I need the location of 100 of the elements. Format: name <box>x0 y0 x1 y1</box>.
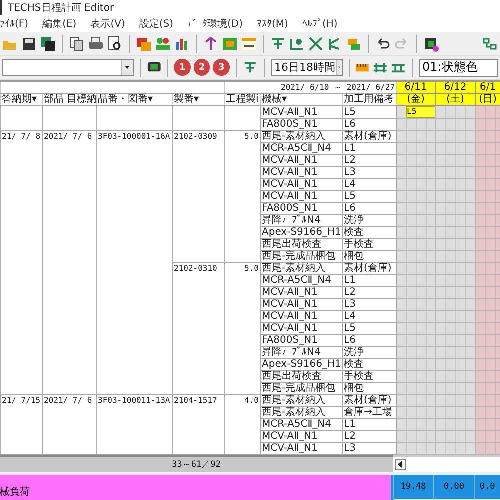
note-cell: L2 <box>342 154 397 166</box>
machine-cell: MCV-AⅡ_N1 <box>260 286 342 298</box>
machine-cell: 昇降ﾃｰﾌﾞﾙN4 <box>260 214 342 226</box>
menu-item[interactable]: 設定(S) <box>139 16 174 30</box>
machine-cell: MCR-A5CⅡ_N4 <box>260 274 342 286</box>
machine-cell: FA800S_N1 <box>260 202 342 214</box>
menu-item[interactable]: 編集(E) <box>42 16 77 30</box>
machine-cell: 西尾-素材納入 <box>260 406 342 418</box>
save-all-icon[interactable] <box>40 36 56 52</box>
column-header[interactable]: 部品 目標納 <box>42 94 96 106</box>
menu-item[interactable]: 表示(V) <box>90 16 126 30</box>
machine-cell: MCR-A5CⅡ_N4 <box>260 418 342 430</box>
note-cell: 梱包 <box>342 382 397 394</box>
column-header[interactable]: 答納期▾ <box>0 94 42 106</box>
note-cell: L6 <box>342 334 397 346</box>
machine-cell: 西尾-素材納入 <box>260 394 342 406</box>
note-cell: 倉庫→工場 <box>342 406 397 418</box>
machine-cell: Apex-S9166_H1 <box>260 226 342 238</box>
machine-cell: MCR-A5CⅡ_N4 <box>260 142 342 154</box>
view-button[interactable]: 3 <box>213 59 230 76</box>
tree-icon[interactable] <box>270 36 286 52</box>
grid-settings-icon[interactable] <box>423 36 439 52</box>
print-preview-icon[interactable] <box>107 36 123 52</box>
color-mode-field[interactable]: 01:状態色 <box>418 58 498 76</box>
tree-icon[interactable] <box>242 60 258 76</box>
note-cell: L5 <box>342 190 397 202</box>
dropdown-caret-icon[interactable] <box>120 60 133 75</box>
machine-cell: MCV-AⅡ_N1 <box>260 430 342 442</box>
date-header: 6/11 <box>396 81 436 94</box>
weekday-header: (金) <box>396 94 436 106</box>
note-cell: L3 <box>342 298 397 310</box>
part-number-cell: 3F03-100001-16A <box>96 130 172 394</box>
machine-cell: Apex-S9166_H1 <box>260 358 342 370</box>
target-date-cell: 2021/ 7/ 6 <box>42 130 96 394</box>
note-cell: L3 <box>342 166 397 178</box>
note-cell: L5 <box>342 106 397 118</box>
note-cell: 洗浄 <box>342 346 397 358</box>
machine-cell: 西尾-完成品梱包 <box>260 250 342 262</box>
left-arrow-icon <box>398 461 403 468</box>
note-cell: 検査 <box>342 358 397 370</box>
note-cell: L4 <box>342 310 397 322</box>
view-button[interactable]: 1 <box>174 59 191 76</box>
column-header[interactable]: 加工用備考 <box>342 94 397 106</box>
machine-cell: 西尾-素材納入 <box>260 130 342 142</box>
network-icon[interactable] <box>482 36 498 52</box>
menu-item[interactable]: ﾍﾙﾌﾟ(H) <box>302 18 338 30</box>
date-range: 2021/ 6/10 ～ 2021/ 6/27 <box>224 81 397 94</box>
window-title: TECHS日程計画 Editor <box>8 2 114 14</box>
machine-cell: MCV-AⅡ_N1 <box>260 298 342 310</box>
load-value: 0.0 <box>475 475 500 499</box>
note-cell: 手検査 <box>342 238 397 250</box>
view-button[interactable]: 2 <box>194 59 210 76</box>
text-file-icon[interactable] <box>241 36 257 52</box>
note-cell: L1 <box>342 418 397 430</box>
note-cell: 洗浄 <box>342 214 397 226</box>
menu-item[interactable]: ﾃﾞｰﾀ環境(D) <box>188 16 244 30</box>
load-value: 0.00 <box>434 475 474 499</box>
machine-cell: 昇降ﾃｰﾌﾞﾙN4 <box>260 346 342 358</box>
note-cell: 梱包 <box>342 250 397 262</box>
note-cell: L4 <box>342 178 397 190</box>
note-cell: L2 <box>342 286 397 298</box>
hours-cell: 5.0 <box>224 130 260 262</box>
date-header: 6/12 <box>436 81 476 94</box>
note-cell: 検査 <box>342 226 397 238</box>
machine-cell: MCV-AⅡ_N1 <box>260 166 342 178</box>
menu-item[interactable]: ｧｲﾙ(F) <box>0 18 29 30</box>
column-header[interactable]: 機械▾ <box>260 94 342 106</box>
column-header[interactable]: 品番・図番▾ <box>96 94 172 106</box>
note-cell: L6 <box>342 118 397 130</box>
machine-cell: MCV-AⅡ_N1 <box>260 322 342 334</box>
column-header[interactable]: 製番▾ <box>172 94 224 106</box>
note-cell: 素材(倉庫) <box>342 394 397 406</box>
copy-icon[interactable] <box>69 36 85 52</box>
note-cell: L6 <box>342 202 397 214</box>
printer-icon[interactable] <box>88 36 104 52</box>
span-dropdown[interactable]: 16日18時間 <box>270 59 343 76</box>
machine-cell: FA800S_N1 <box>260 118 342 130</box>
schedule-bar[interactable]: L5 <box>406 106 436 118</box>
menu-item[interactable]: ﾏｽﾀ(M) <box>257 18 288 30</box>
machine-cell: MCV-AⅡ_N1 <box>260 310 342 322</box>
machine-cell: 西尾-素材納入 <box>260 262 342 274</box>
machine-cell: FA800S_N1 <box>260 334 342 346</box>
load-value: 19.48 <box>394 475 434 499</box>
hours-cell: 5.0 <box>224 262 260 394</box>
note-cell: L5 <box>342 322 397 334</box>
people-icon[interactable] <box>155 36 171 52</box>
note-cell: 手検査 <box>342 370 397 382</box>
scroll-left-button[interactable] <box>395 459 406 470</box>
answer-date-cell: 21/ 7/ 8 <box>0 130 42 394</box>
lot-number-cell: 2102-0309 <box>172 130 224 262</box>
weekday-header: (土) <box>436 94 476 106</box>
record-count: 33～61／92 <box>172 458 221 470</box>
column-header[interactable]: 工程製i <box>224 94 260 106</box>
note-cell: L1 <box>342 274 397 286</box>
machine-cell: MCV-AⅡ_N1 <box>260 106 342 118</box>
machine-cell: 西尾出荷検査 <box>260 370 342 382</box>
note-cell: L2 <box>342 430 397 442</box>
note-cell: 素材(倉庫) <box>342 262 397 274</box>
lot-number-cell: 2102-0310 <box>172 262 224 394</box>
note-cell: L1 <box>342 142 397 154</box>
